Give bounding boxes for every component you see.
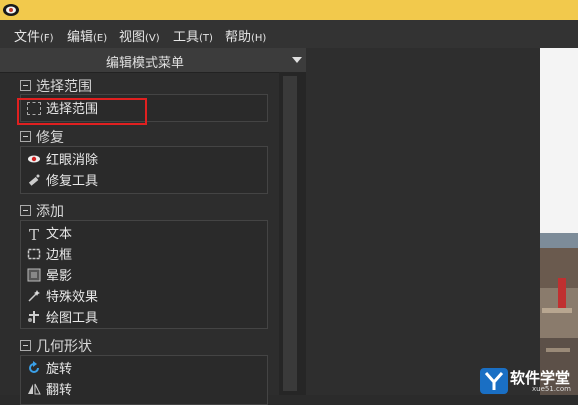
drawing-tools-icon: [27, 310, 41, 324]
item-repair-tool[interactable]: 修复工具: [27, 170, 98, 190]
flip-icon: [27, 382, 41, 396]
section-add-group: T 文本 边框 晕影 特殊效果 绘图工具: [20, 220, 268, 329]
panel-title: 编辑模式菜单: [105, 56, 184, 71]
vignette-icon: [27, 268, 41, 282]
section-geometry-group: 旋转 翻转: [20, 355, 268, 405]
collapse-icon[interactable]: [20, 131, 31, 142]
menu-file[interactable]: 文件(F): [14, 26, 54, 45]
app-logo-icon: [3, 4, 19, 16]
menu-tools[interactable]: 工具(T): [173, 26, 213, 45]
section-repair-title[interactable]: 修复: [20, 127, 64, 147]
item-drawing-tools[interactable]: 绘图工具: [27, 307, 98, 327]
section-selection-title[interactable]: 选择范围: [20, 76, 92, 96]
item-flip[interactable]: 翻转: [27, 379, 72, 399]
highlight-annotation: [17, 98, 147, 125]
watermark-logo-icon: [480, 368, 508, 394]
menu-view[interactable]: 视图(V): [119, 26, 160, 45]
item-rotate[interactable]: 旋转: [27, 358, 72, 378]
watermark-subtext: xue51.com: [532, 385, 571, 393]
collapse-icon[interactable]: [20, 80, 31, 91]
section-add-title[interactable]: 添加: [20, 201, 64, 221]
rotate-icon: [27, 361, 41, 375]
menu-edit[interactable]: 编辑(E): [67, 26, 107, 45]
collapse-icon[interactable]: [20, 205, 31, 216]
item-special-effects[interactable]: 特殊效果: [27, 286, 98, 306]
dropdown-arrow-icon[interactable]: [292, 57, 302, 63]
collapse-icon[interactable]: [20, 340, 31, 351]
menu-help[interactable]: 帮助(H): [225, 26, 266, 45]
section-geometry-title[interactable]: 几何形状: [20, 336, 92, 356]
item-vignette[interactable]: 晕影: [27, 265, 72, 285]
title-bar: [0, 0, 578, 20]
repair-icon: [27, 173, 41, 187]
text-icon: T: [28, 226, 39, 244]
item-red-eye[interactable]: 红眼消除: [27, 149, 98, 169]
frame-icon: [27, 247, 41, 261]
section-repair-group: 红眼消除 修复工具: [20, 146, 268, 194]
menu-bar: 文件(F) 编辑(E) 视图(V) 工具(T) 帮助(H): [0, 20, 578, 48]
red-eye-icon: [27, 152, 41, 166]
watermark: 软件学堂 xue51.com: [478, 366, 578, 395]
item-text[interactable]: T 文本: [27, 223, 72, 243]
photo-preview: [540, 48, 578, 395]
item-frame[interactable]: 边框: [27, 244, 72, 264]
magic-wand-icon: [27, 289, 41, 303]
scrollbar-thumb[interactable]: [283, 76, 297, 391]
panel-header[interactable]: 编辑模式菜单: [0, 48, 306, 73]
panel-scrollbar[interactable]: [279, 72, 306, 395]
image-preview-area[interactable]: [306, 48, 540, 395]
